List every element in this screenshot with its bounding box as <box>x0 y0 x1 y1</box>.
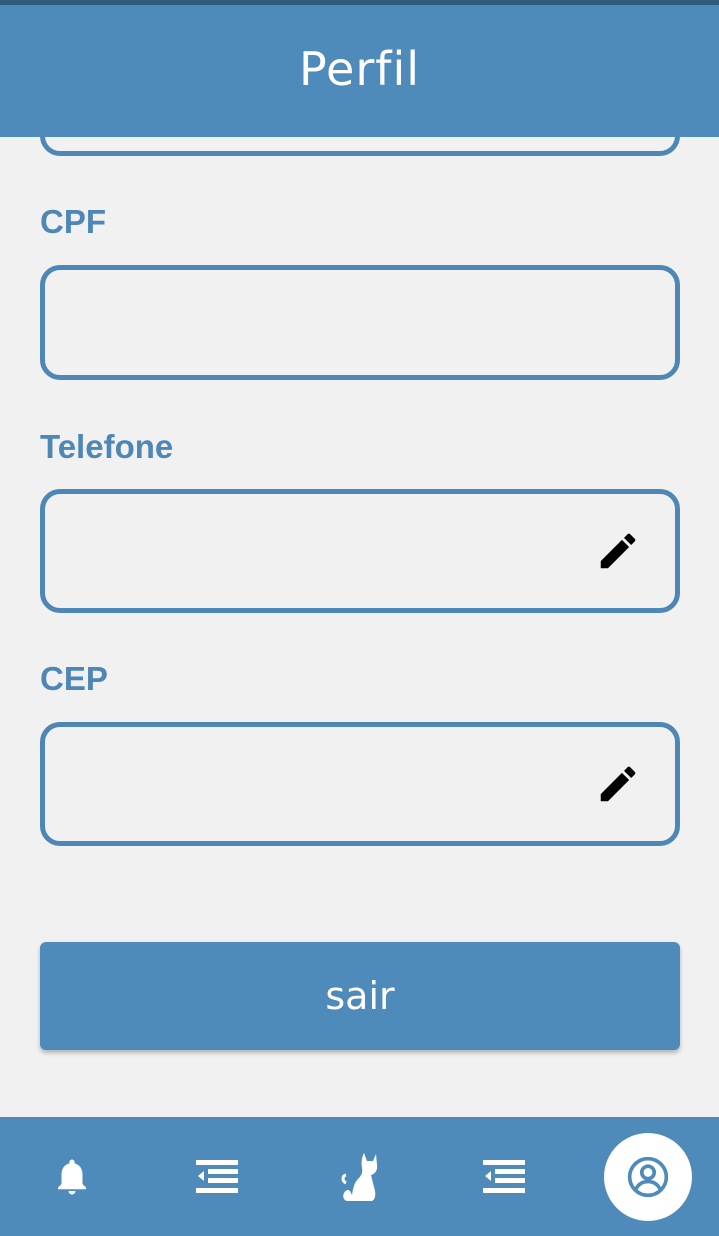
nav-notifications[interactable] <box>30 1117 114 1236</box>
nav-profile[interactable] <box>604 1117 692 1236</box>
bell-icon <box>58 1159 86 1194</box>
cpf-field[interactable] <box>40 265 680 380</box>
bottom-nav <box>0 1117 719 1236</box>
list-indent-icon <box>483 1159 525 1193</box>
cep-field[interactable] <box>40 722 680 846</box>
cat-icon <box>341 1152 378 1201</box>
cpf-label: CPF <box>40 203 106 240</box>
edit-cep-icon[interactable] <box>595 761 641 807</box>
app-header: Perfil <box>0 5 719 137</box>
edit-phone-icon[interactable] <box>595 528 641 574</box>
phone-label: Telefone <box>40 428 174 465</box>
profile-active-indicator <box>604 1132 692 1221</box>
page-title: Perfil <box>298 42 421 96</box>
user-circle-icon <box>627 1156 669 1197</box>
phone-field[interactable] <box>40 489 680 613</box>
list-indent-icon <box>196 1159 238 1193</box>
logout-button[interactable]: sair <box>40 942 680 1050</box>
cep-label: CEP <box>40 660 108 697</box>
nav-list-1[interactable] <box>175 1117 259 1236</box>
nav-list-2[interactable] <box>462 1117 546 1236</box>
nav-pets[interactable] <box>318 1117 402 1236</box>
